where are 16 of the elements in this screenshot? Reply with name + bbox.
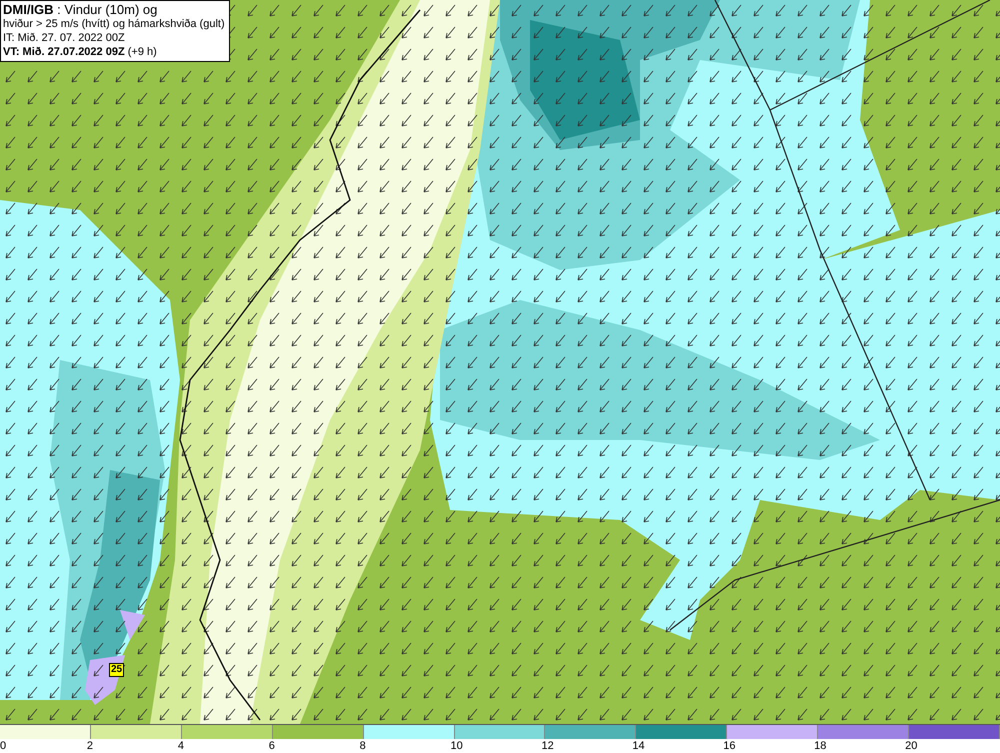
gust-marker: 25 [109,663,124,677]
header-line: IT: Mið. 27. 07. 2022 00Z [3,31,126,45]
legend-label: 14 [632,739,645,753]
legend-label: 0 [0,739,6,753]
legend-label: 20 [905,739,918,753]
header-line: VT: Mið. 27.07.2022 09Z (+9 h) [3,45,158,59]
legend-label: 6 [268,739,275,753]
legend-label: 18 [814,739,826,753]
legend-label: 8 [360,739,366,753]
legend-label: 12 [541,739,554,753]
legend-label: 2 [86,739,94,753]
header-line: hviður > 25 m/s (hvítt) og hámarkshviða (gult) [3,17,225,31]
legend-label: 4 [178,739,184,753]
legend-label: 10 [450,739,463,753]
legend-label: 16 [723,739,736,753]
header-line: DMI/IGB : Vindur (10m) og [3,3,158,17]
